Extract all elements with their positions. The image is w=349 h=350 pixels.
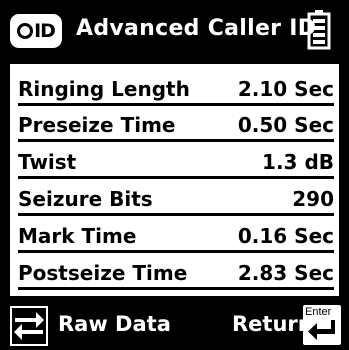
row-mark-time: Mark Time 0.16 Sec — [18, 217, 334, 253]
header-bar: ID Advanced Caller ID — [0, 0, 349, 60]
row-label: Twist — [18, 150, 77, 174]
row-value: 290 — [292, 187, 334, 211]
enter-key-label: Enter — [305, 306, 332, 318]
return-arrow-icon — [308, 320, 335, 340]
row-label: Ringing Length — [18, 77, 190, 101]
row-value: 2.10 Sec — [237, 77, 334, 101]
row-value: 0.50 Sec — [237, 113, 334, 137]
row-seizure-bits: Seizure Bits 290 — [18, 180, 334, 216]
row-label: Preseize Time — [18, 113, 176, 137]
phone-ring-icon — [17, 23, 34, 39]
raw-data-button[interactable]: Raw Data — [58, 312, 171, 336]
row-label: Seizure Bits — [18, 187, 153, 211]
row-twist: Twist 1.3 dB — [18, 143, 334, 179]
swap-arrows-icon[interactable] — [10, 306, 48, 346]
battery-icon — [307, 10, 331, 50]
row-value: 1.3 dB — [262, 150, 334, 174]
row-label: Postseize Time — [18, 261, 188, 285]
enter-key-icon[interactable]: Enter — [303, 305, 341, 345]
row-value: 2.83 Sec — [237, 261, 334, 285]
row-ringing-length: Ringing Length 2.10 Sec — [18, 70, 334, 106]
softkey-bar: Raw Data Return Enter — [0, 300, 349, 350]
page-title: Advanced Caller ID — [76, 16, 317, 41]
row-preseize-time: Preseize Time 0.50 Sec — [18, 106, 334, 142]
caller-id-icon: ID — [10, 14, 62, 48]
row-postseize-time: Postseize Time 2.83 Sec — [18, 254, 334, 290]
row-value: 0.16 Sec — [237, 224, 334, 248]
return-button[interactable]: Return — [232, 312, 313, 336]
badge-text: ID — [34, 20, 56, 42]
caller-id-screen: ID Advanced Caller ID Ringing Length 2.1… — [0, 0, 349, 350]
results-panel: Ringing Length 2.10 Sec Preseize Time 0.… — [10, 64, 339, 296]
row-label: Mark Time — [18, 224, 137, 248]
